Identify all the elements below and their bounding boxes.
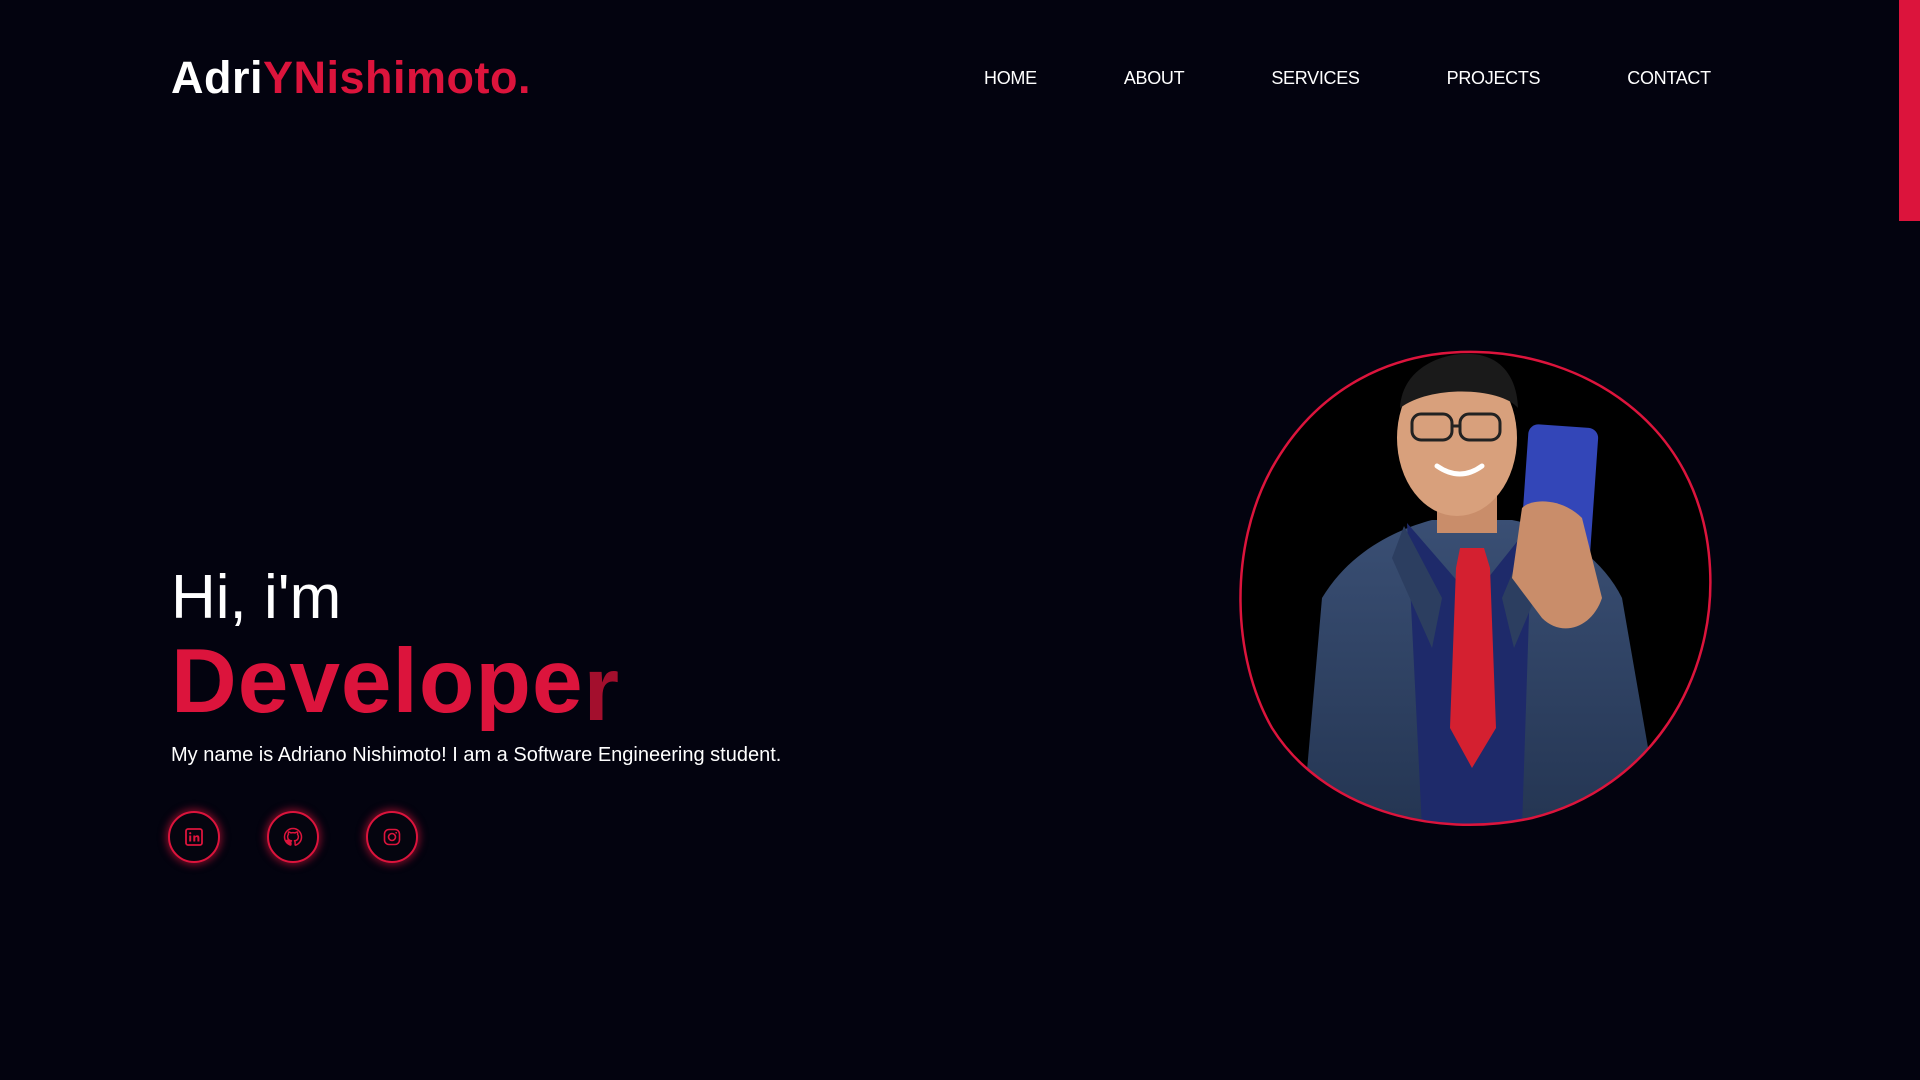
hero-intro: My name is Adriano Nishimoto! I am a Sof… <box>171 744 782 766</box>
hero-role-main: Develope <box>171 631 584 732</box>
linkedin-icon <box>185 828 203 846</box>
nav-about-link[interactable]: ABOUT <box>1124 68 1185 89</box>
hero-greeting: Hi, i'm <box>171 563 342 632</box>
hero-role-typing-letter: r <box>583 639 621 740</box>
hero-role: Developer <box>171 636 620 735</box>
profile-photo <box>1239 350 1712 826</box>
nav-services-link[interactable]: SERVICES <box>1271 68 1360 89</box>
instagram-button[interactable] <box>366 811 418 863</box>
nav-contact-link[interactable]: CONTACT <box>1627 68 1711 89</box>
scroll-progress-bar <box>1899 0 1920 221</box>
nav-projects-link[interactable]: PROJECTS <box>1447 68 1541 89</box>
social-links <box>168 811 418 863</box>
page: AdriYNishimoto. HOME ABOUT SERVICES PROJ… <box>0 0 1920 1080</box>
linkedin-button[interactable] <box>168 811 220 863</box>
logo-second-part: YNishimoto. <box>263 52 532 103</box>
instagram-icon <box>383 828 401 846</box>
logo-first-part: Adri <box>171 52 263 103</box>
nav-home-link[interactable]: HOME <box>984 68 1037 89</box>
github-button[interactable] <box>267 811 319 863</box>
main-nav: HOME ABOUT SERVICES PROJECTS CONTACT <box>984 68 1711 89</box>
site-logo[interactable]: AdriYNishimoto. <box>171 52 531 104</box>
github-icon <box>283 827 303 847</box>
